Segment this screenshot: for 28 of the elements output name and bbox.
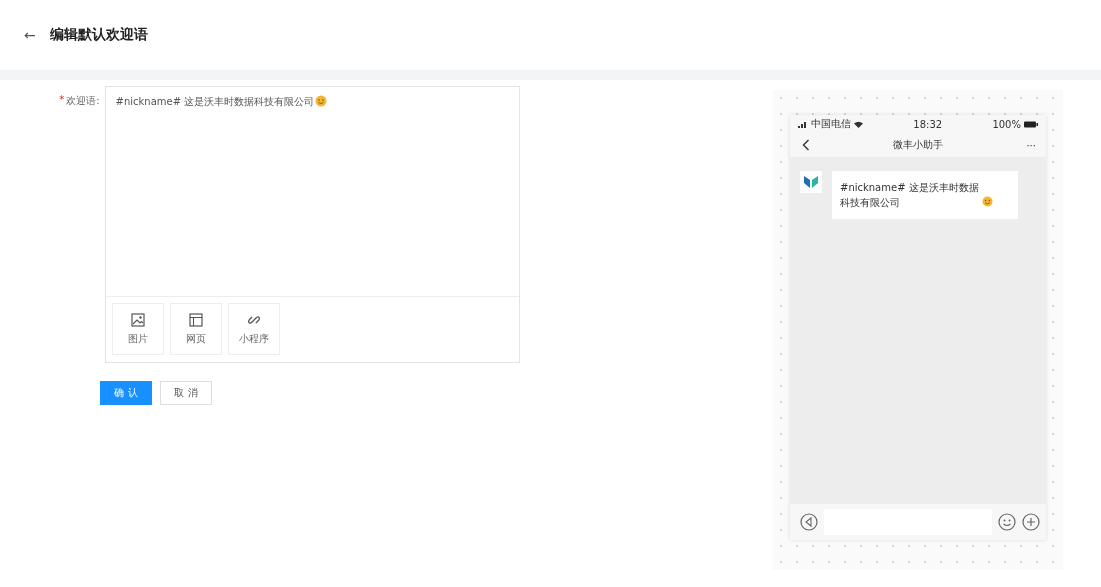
emoji-icon [982, 196, 993, 207]
logo-avatar-icon [800, 171, 822, 193]
message-text: #nickname# 这是沃丰时数据科技有限公司 [115, 95, 315, 109]
browser-icon [188, 312, 203, 327]
battery-percent: 100% [992, 118, 1021, 130]
emoji-icon [315, 95, 328, 107]
chat-title: 微丰小助手 [893, 138, 944, 152]
back-arrow[interactable]: ← [24, 27, 36, 43]
plus-icon[interactable] [1022, 513, 1040, 531]
emoji-face-icon[interactable] [998, 513, 1016, 531]
field-label: 欢迎语: [66, 94, 100, 108]
voice-icon[interactable] [800, 513, 818, 531]
battery-icon [1024, 120, 1038, 128]
message-editor[interactable]: #nickname# 这是沃丰时数据科技有限公司 图片 网页 小程序 [104, 86, 520, 363]
wifi-icon [854, 120, 863, 128]
attachment-button[interactable]: 图片 [111, 303, 164, 355]
form-button[interactable]: 取 消 [160, 381, 212, 405]
chat-message: #nickname# 这是沃丰时数据科技有限公司 [840, 181, 980, 210]
image-icon [130, 312, 145, 327]
required-mark: * [59, 94, 65, 105]
signal-icon [798, 120, 808, 128]
back-chevron-icon[interactable] [802, 139, 810, 151]
carrier-name: 中国电信 [811, 117, 851, 131]
page-title: 编辑默认欢迎语 [49, 26, 148, 44]
attachment-button[interactable]: 小程序 [227, 303, 280, 355]
attachment-button[interactable]: 网页 [169, 303, 222, 355]
more-button[interactable]: ··· [1026, 139, 1036, 151]
status-time: 18:32 [913, 118, 943, 130]
